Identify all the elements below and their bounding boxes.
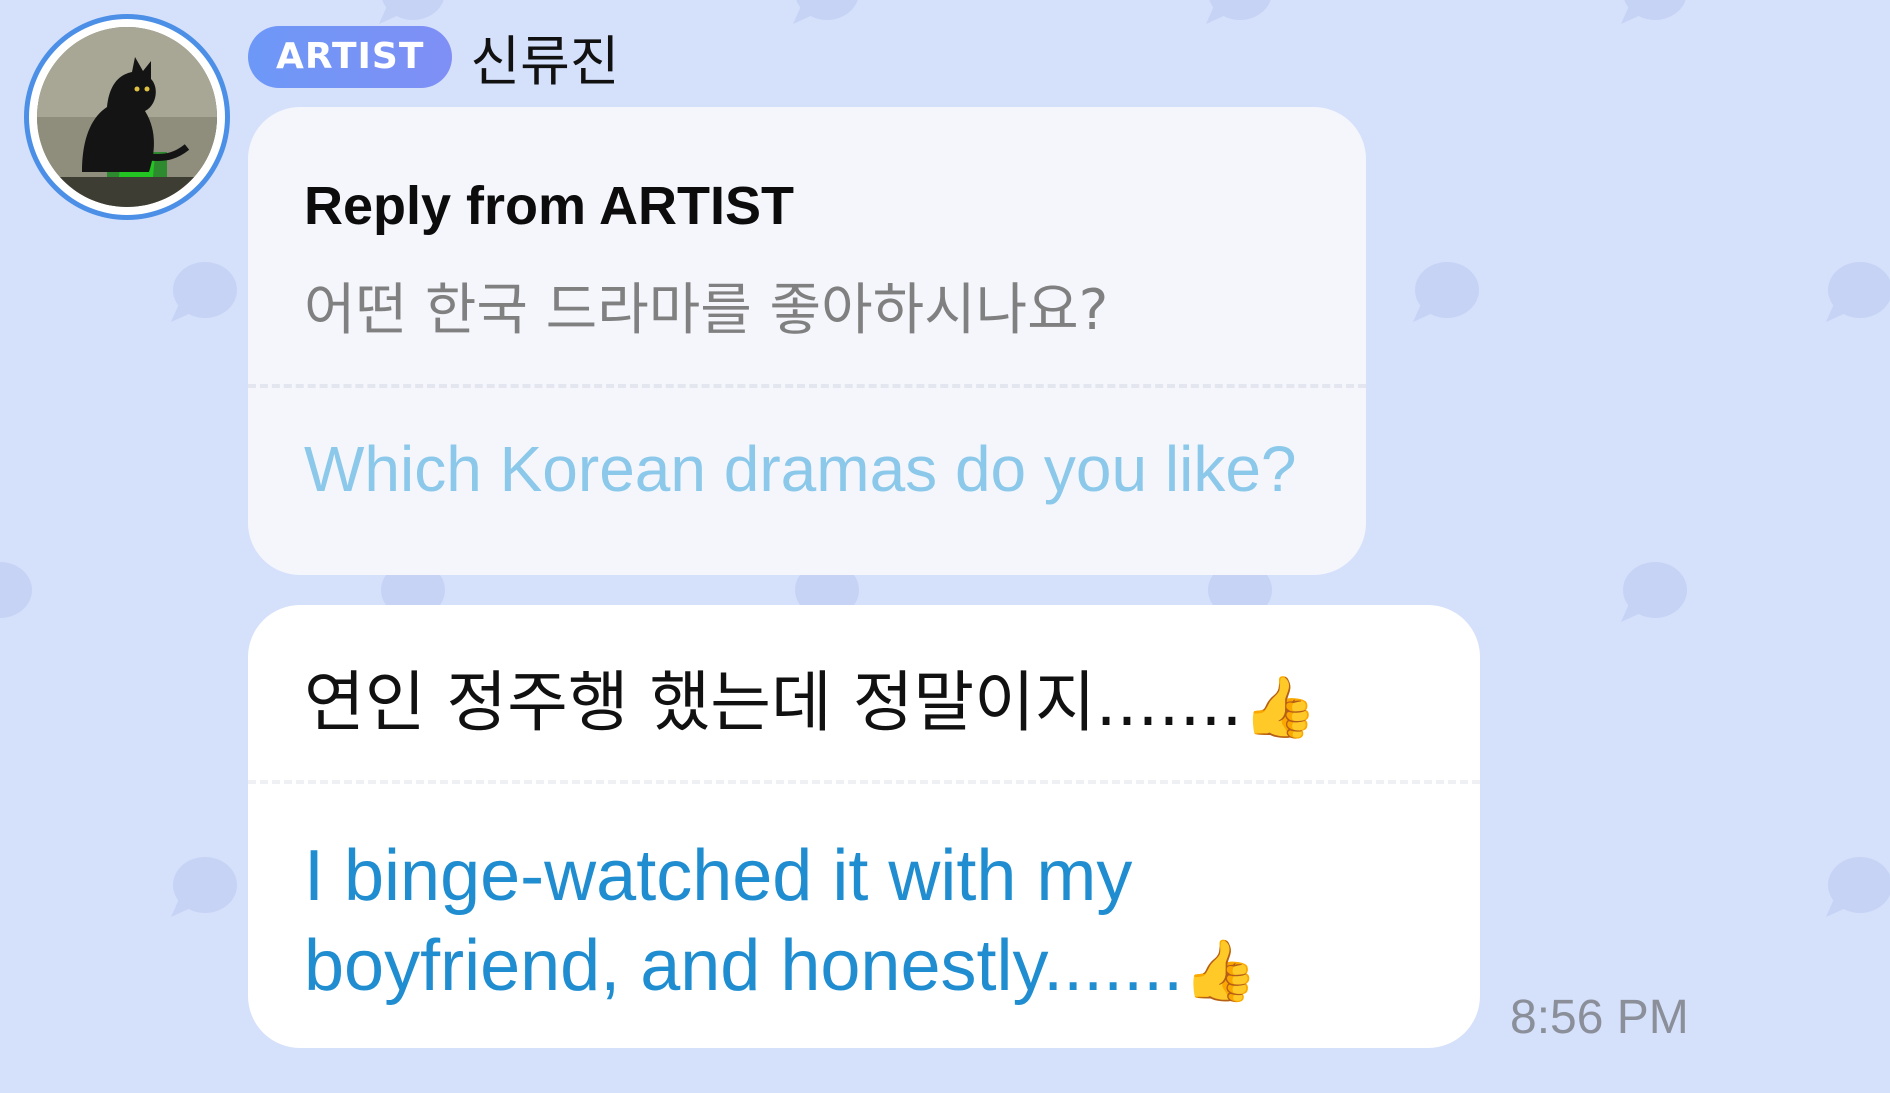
reply-translated-text: Which Korean dramas do you like?: [304, 433, 1297, 505]
reply-title: Reply from ARTIST: [304, 176, 795, 236]
reply-original-text: 어떤 한국 드라마를 좋아하시나요?: [304, 278, 1109, 343]
message-original-text: 연인 정주행 했는데 정말이지.......👍: [304, 664, 1318, 743]
message-header: ARTIST 신류진: [248, 17, 619, 96]
translation-divider: [248, 780, 1480, 784]
black-cat-photo-icon: [37, 27, 217, 207]
thumbs-up-icon: 👍: [1242, 672, 1318, 743]
translation-divider: [248, 384, 1366, 388]
thumbs-up-icon: 👍: [1183, 936, 1258, 1004]
message-translated-text: I binge-watched it with my boyfriend, an…: [304, 836, 1258, 1006]
artist-badge: ARTIST: [248, 25, 453, 88]
artist-avatar[interactable]: [24, 14, 230, 220]
reply-quote-bubble[interactable]: Reply from ARTIST 어떤 한국 드라마를 좋아하시나요? Whi…: [248, 107, 1366, 575]
artist-name[interactable]: 신류진: [470, 17, 619, 96]
message-timestamp: 8:56 PM: [1510, 991, 1689, 1044]
message-bubble[interactable]: 연인 정주행 했는데 정말이지.......👍 I binge-watched …: [248, 605, 1480, 1048]
